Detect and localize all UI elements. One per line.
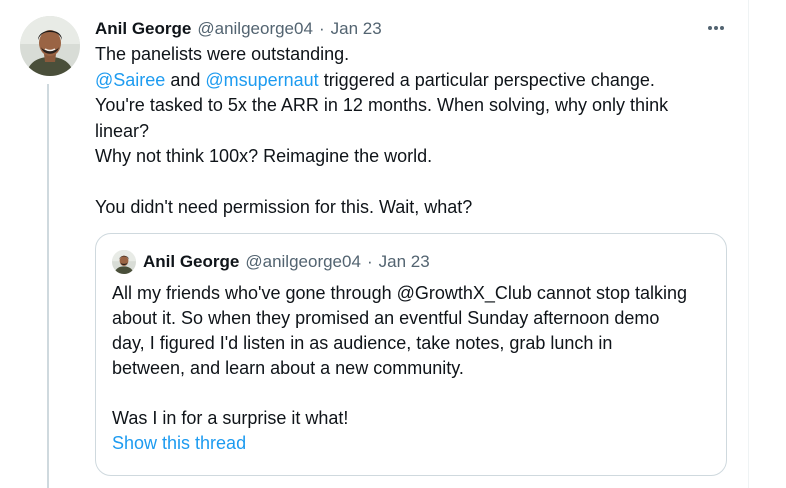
tweet-text: The panelists were outstanding. @Sairee … <box>95 42 715 221</box>
quoted-line: All my friends who've gone through @Grow… <box>112 283 688 303</box>
tweet-line: You're tasked to 5x the ARR in 12 months… <box>95 95 669 115</box>
tweet-text-fragment: and <box>165 69 206 90</box>
quoted-tweet-card[interactable]: Anil George @anilgeorge04 · Jan 23 All m… <box>95 233 727 476</box>
more-options-button[interactable] <box>700 16 732 40</box>
mention-link[interactable]: @msupernaut <box>205 70 318 90</box>
avatar-photo <box>20 16 80 76</box>
avatar-photo <box>112 250 136 274</box>
tweet-line: The panelists were outstanding. <box>95 44 350 64</box>
quoted-line: Was I in for a surprise it what! <box>112 408 349 428</box>
show-thread-link[interactable]: Show this thread <box>112 431 712 456</box>
tweet-date[interactable]: Jan 23 <box>331 19 382 39</box>
tweet-header: Anil George @anilgeorge04 · Jan 23 <box>95 17 382 41</box>
tweet-text-fragment: triggered a particular perspective chang… <box>318 69 655 90</box>
more-horizontal-icon <box>708 26 724 30</box>
mention-link[interactable]: @Sairee <box>95 70 165 90</box>
quoted-tweet-date: Jan 23 <box>378 252 430 271</box>
quoted-line: between, and learn about a new community… <box>112 358 464 378</box>
tweet-line: @Sairee and @msupernaut triggered a part… <box>95 68 715 94</box>
header-separator: · <box>366 252 373 271</box>
thread-connector-line <box>47 84 49 488</box>
quoted-line: day, I figured I'd listen in as audience… <box>112 333 613 353</box>
quoted-line: about it. So when they promised an event… <box>112 308 660 328</box>
author-handle[interactable]: @anilgeorge04 <box>197 19 313 39</box>
header-separator: · <box>318 19 325 38</box>
author-avatar[interactable] <box>20 16 80 76</box>
quoted-author-display-name: Anil George <box>143 252 240 271</box>
quoted-tweet-header: Anil George @anilgeorge04 · Jan 23 <box>143 250 430 274</box>
tweet-line: You didn't need permission for this. Wai… <box>95 197 473 217</box>
author-display-name[interactable]: Anil George <box>95 19 191 39</box>
column-divider <box>748 0 749 488</box>
quoted-author-handle: @anilgeorge04 <box>245 252 361 271</box>
tweet-line: Why not think 100x? Reimagine the world. <box>95 146 433 166</box>
quoted-author-avatar <box>112 250 136 274</box>
quoted-tweet-text: All my friends who've gone through @Grow… <box>112 281 712 456</box>
tweet-line: linear? <box>95 120 150 141</box>
